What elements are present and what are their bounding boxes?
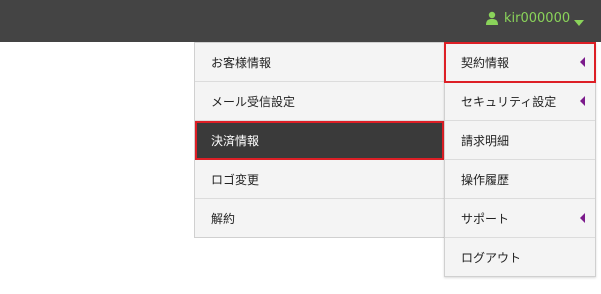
top-navigation-bar: kir000000 xyxy=(0,0,601,42)
contract-info-submenu: お客様情報 メール受信設定 決済情報 ロゴ変更 解約 xyxy=(194,42,445,238)
submenu-item-customer-info[interactable]: お客様情報 xyxy=(195,43,444,82)
submenu-item-label: 決済情報 xyxy=(211,133,260,148)
submenu-item-label: メール受信設定 xyxy=(211,94,296,109)
account-dropdown-menu: 契約情報 セキュリティ設定 請求明細 操作履歴 サポート ログアウト xyxy=(444,42,596,277)
user-account-menu[interactable]: kir000000 xyxy=(485,9,585,27)
menu-item-label: 契約情報 xyxy=(461,55,510,70)
submenu-item-label: 解約 xyxy=(211,211,236,226)
menu-item-billing-details[interactable]: 請求明細 xyxy=(445,121,595,160)
menu-item-label: セキュリティ設定 xyxy=(461,94,557,109)
submenu-item-label: お客様情報 xyxy=(211,55,272,70)
submenu-item-mail-settings[interactable]: メール受信設定 xyxy=(195,82,444,121)
menu-item-support[interactable]: サポート xyxy=(445,199,595,238)
menu-item-label: 操作履歴 xyxy=(461,172,510,187)
menu-item-label: サポート xyxy=(461,211,510,226)
submenu-item-logo-change[interactable]: ロゴ変更 xyxy=(195,160,444,199)
username-label: kir000000 xyxy=(504,10,571,26)
user-icon xyxy=(485,11,499,25)
menu-item-security-settings[interactable]: セキュリティ設定 xyxy=(445,82,595,121)
submenu-item-payment-info[interactable]: 決済情報 xyxy=(195,121,444,160)
menu-item-label: 請求明細 xyxy=(461,133,510,148)
submenu-item-cancel-contract[interactable]: 解約 xyxy=(195,199,444,237)
menu-item-operation-history[interactable]: 操作履歴 xyxy=(445,160,595,199)
submenu-arrow-icon xyxy=(580,57,585,67)
submenu-arrow-icon xyxy=(580,96,585,106)
submenu-arrow-icon xyxy=(580,213,585,223)
caret-down-icon xyxy=(574,15,585,26)
menu-item-label: ログアウト xyxy=(461,250,522,265)
submenu-item-label: ロゴ変更 xyxy=(211,172,260,187)
menu-item-logout[interactable]: ログアウト xyxy=(445,238,595,276)
menu-item-contract-info[interactable]: 契約情報 xyxy=(444,42,596,83)
